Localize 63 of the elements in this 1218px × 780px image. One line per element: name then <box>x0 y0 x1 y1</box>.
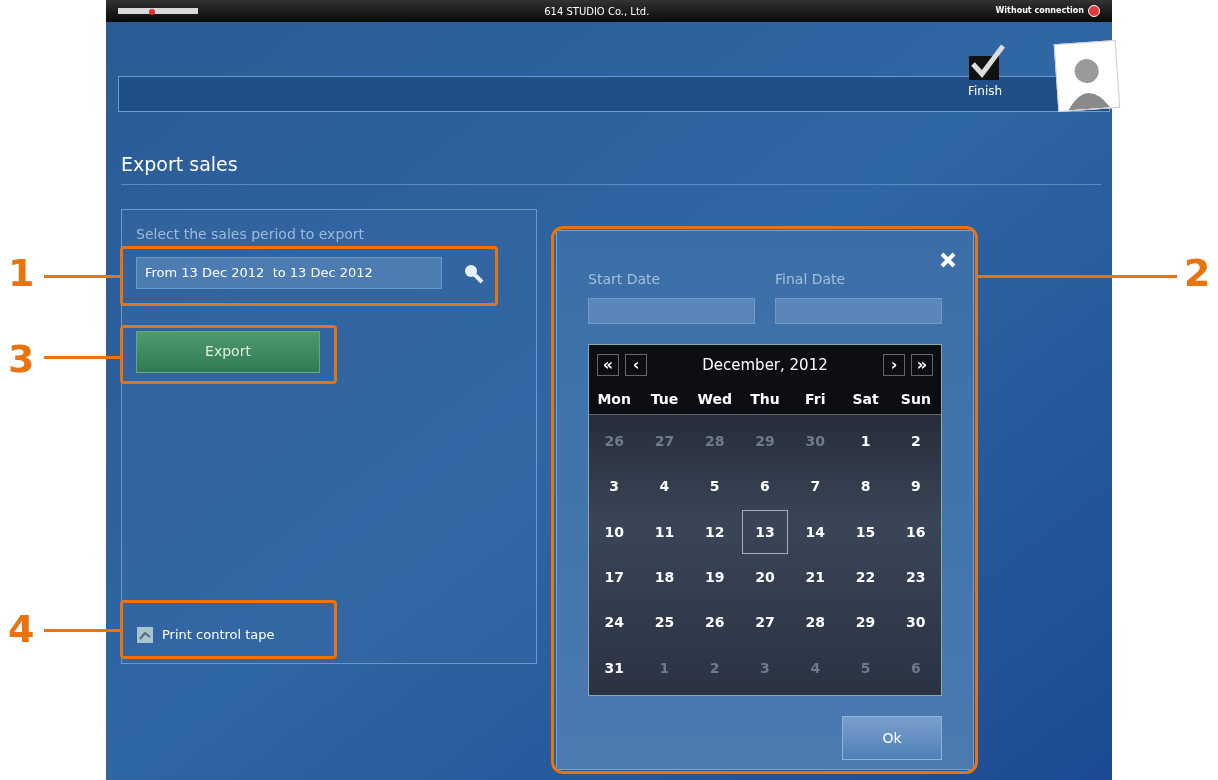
calendar-day[interactable]: 3 <box>591 465 638 509</box>
callout-number: 2 <box>1184 254 1211 292</box>
calendar-day[interactable]: 6 <box>742 465 788 509</box>
close-icon[interactable] <box>939 251 957 269</box>
calendar-day[interactable]: 8 <box>842 465 889 509</box>
callout-number: 1 <box>8 254 35 292</box>
weekday-header: Wed <box>696 390 733 409</box>
weekday-header: Thu <box>749 390 781 409</box>
calendar-day[interactable]: 9 <box>892 465 939 509</box>
calendar-day[interactable]: 13 <box>742 510 788 555</box>
calendar-day[interactable]: 29 <box>842 600 889 645</box>
last-month-button[interactable]: » <box>911 354 933 376</box>
user-avatar-icon <box>1053 39 1121 113</box>
calendar-day[interactable]: 11 <box>641 510 688 555</box>
next-month-button[interactable]: › <box>883 354 905 376</box>
first-month-button[interactable]: « <box>597 354 619 376</box>
weekday-header: Sun <box>899 390 932 409</box>
final-date-label: Final Date <box>775 270 847 289</box>
calendar-day[interactable]: 27 <box>742 600 788 645</box>
weekday-header: Fri <box>804 390 827 409</box>
calendar-day[interactable]: 23 <box>892 555 939 600</box>
callout-number: 4 <box>8 610 35 648</box>
weekday-header: Tue <box>649 390 680 409</box>
calendar-day[interactable]: 4 <box>641 465 688 509</box>
final-date-field[interactable] <box>775 298 942 324</box>
weekday-header: Sat <box>851 390 880 409</box>
calendar-day[interactable]: 24 <box>591 600 638 645</box>
calendar-day[interactable]: 10 <box>591 510 638 555</box>
period-label: Select the sales period to export <box>136 224 366 244</box>
period-field[interactable]: From 13 Dec 2012 to 13 Dec 2012 <box>136 256 442 289</box>
calendar-day[interactable]: 31 <box>591 646 638 691</box>
calendar-day[interactable]: 25 <box>641 600 688 645</box>
calendar-day[interactable]: 14 <box>792 510 839 555</box>
start-date-label: Start Date <box>588 270 662 289</box>
company-name: 614 STUDIO Co., Ltd. <box>544 4 650 19</box>
month-title: December, 2012 <box>701 354 829 376</box>
calendar-day[interactable]: 1 <box>842 419 889 464</box>
callout-number: 3 <box>8 340 35 378</box>
calendar-day[interactable]: 15 <box>842 510 889 555</box>
calendar-day[interactable]: 2 <box>892 419 939 464</box>
page-title: Export sales <box>121 152 239 177</box>
calendar-day[interactable]: 19 <box>691 555 738 600</box>
calendar-day[interactable]: 20 <box>742 555 788 600</box>
connection-status: Without connection <box>995 5 1084 17</box>
calendar-day[interactable]: 30 <box>892 600 939 645</box>
calendar-day[interactable]: 28 <box>792 600 839 645</box>
logo-icon <box>118 7 198 15</box>
previous-month-button[interactable]: ‹ <box>625 354 647 376</box>
weekday-header: Mon <box>596 390 632 409</box>
calendar-day[interactable]: 18 <box>641 555 688 600</box>
calendar-day[interactable]: 21 <box>792 555 839 600</box>
disconnected-icon <box>1088 5 1100 17</box>
start-date-field[interactable] <box>588 298 755 324</box>
calendar-day[interactable]: 26 <box>691 600 738 645</box>
finish-button[interactable]: Finish <box>958 42 1012 100</box>
calendar-day[interactable]: 5 <box>691 465 738 509</box>
export-button[interactable]: Export <box>136 330 320 373</box>
print-control-tape-link[interactable]: Print control tape <box>136 625 275 645</box>
calendar-day[interactable]: 22 <box>842 555 889 600</box>
calendar-day[interactable]: 17 <box>591 555 638 600</box>
calendar-day[interactable]: 16 <box>892 510 939 555</box>
calendar-day[interactable]: 12 <box>691 510 738 555</box>
calendar-day[interactable]: 7 <box>792 465 839 509</box>
